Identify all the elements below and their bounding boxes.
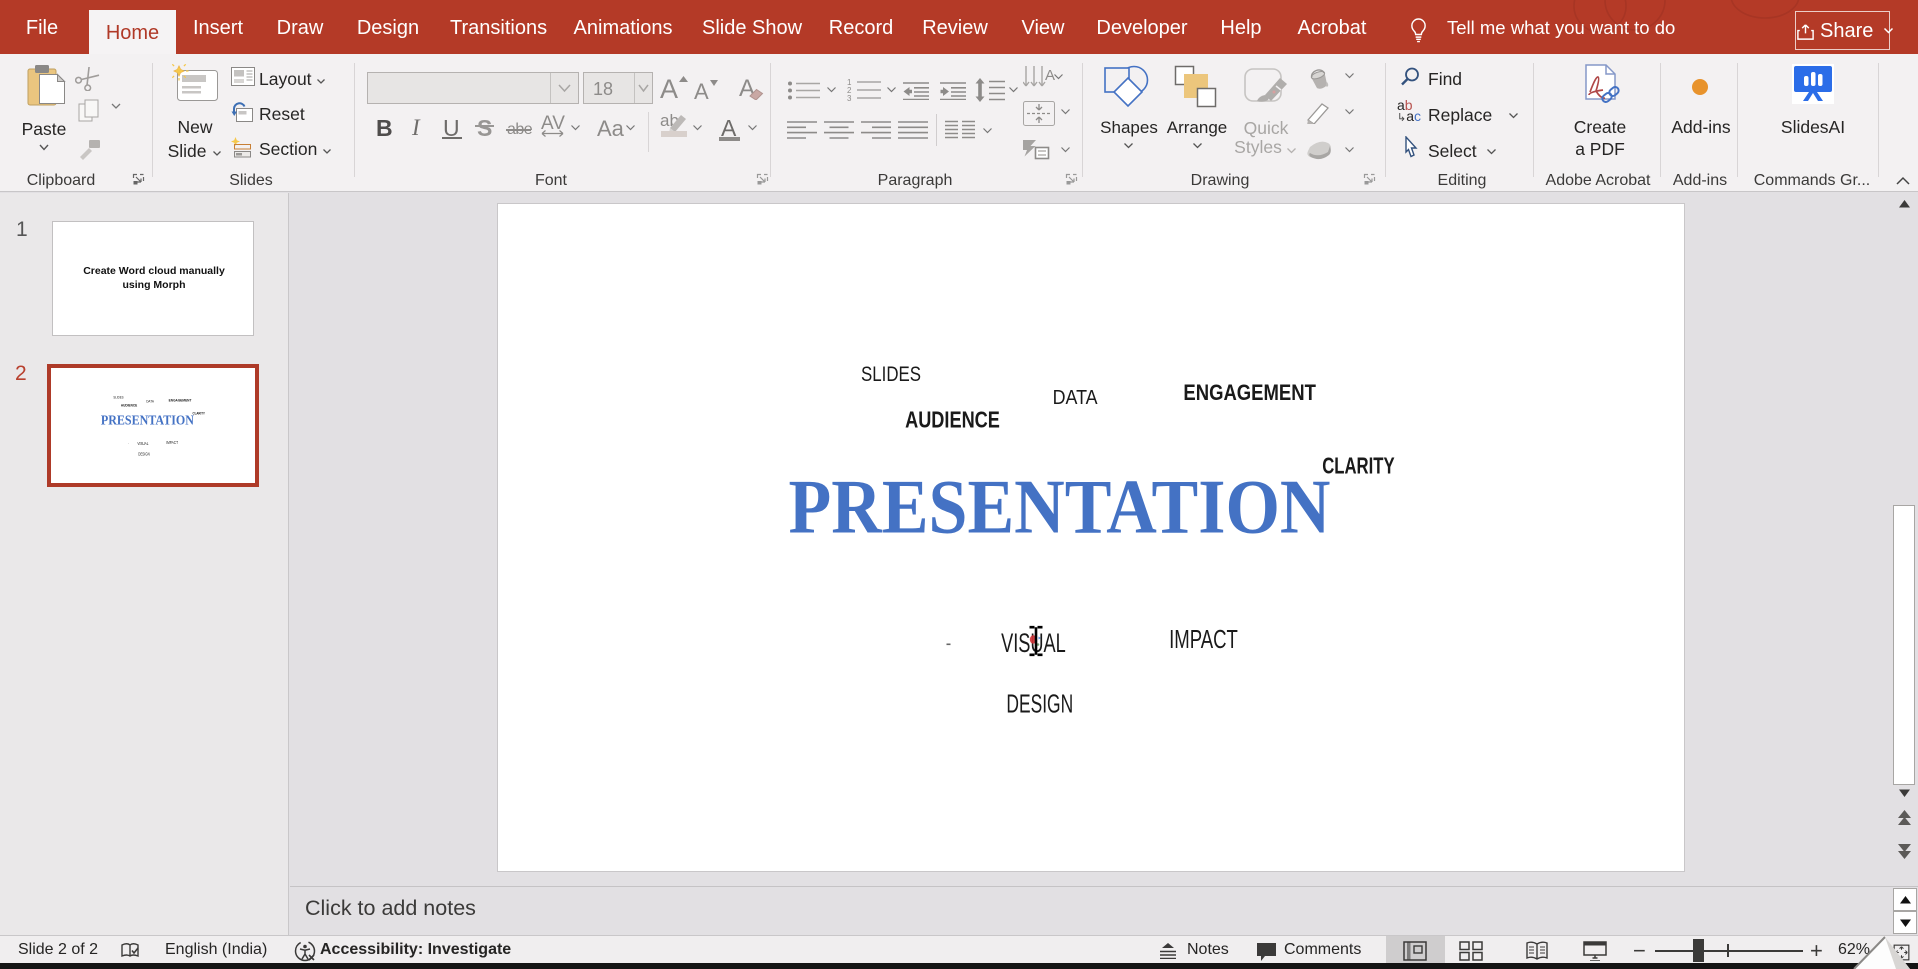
svg-text:ENGAGEMENT: ENGAGEMENT xyxy=(169,399,192,403)
svg-text:DESIGN: DESIGN xyxy=(138,451,149,456)
svg-text:AUDIENCE: AUDIENCE xyxy=(905,406,1000,432)
svg-text:ENGAGEMENT: ENGAGEMENT xyxy=(1183,380,1316,405)
svg-text:DATA: DATA xyxy=(1053,386,1098,409)
svg-text:18: 18 xyxy=(593,79,613,99)
svg-text:CLARITY: CLARITY xyxy=(193,410,206,415)
svg-text:AUDIENCE: AUDIENCE xyxy=(121,402,138,407)
svg-text:PRESENTATION: PRESENTATION xyxy=(101,412,194,427)
svg-text:PRESENTATION: PRESENTATION xyxy=(789,464,1331,550)
svg-text:SLIDES: SLIDES xyxy=(113,395,124,399)
svg-text:3: 3 xyxy=(847,94,852,102)
svg-text:IMPACT: IMPACT xyxy=(1169,626,1238,654)
svg-text:VISUAL: VISUAL xyxy=(137,441,148,446)
svg-text:SLIDES: SLIDES xyxy=(861,362,921,386)
svg-text:CLARITY: CLARITY xyxy=(1322,453,1394,479)
svg-text:IMPACT: IMPACT xyxy=(166,440,178,445)
svg-text:DESIGN: DESIGN xyxy=(1006,691,1073,719)
svg-text:DATA: DATA xyxy=(146,399,154,403)
